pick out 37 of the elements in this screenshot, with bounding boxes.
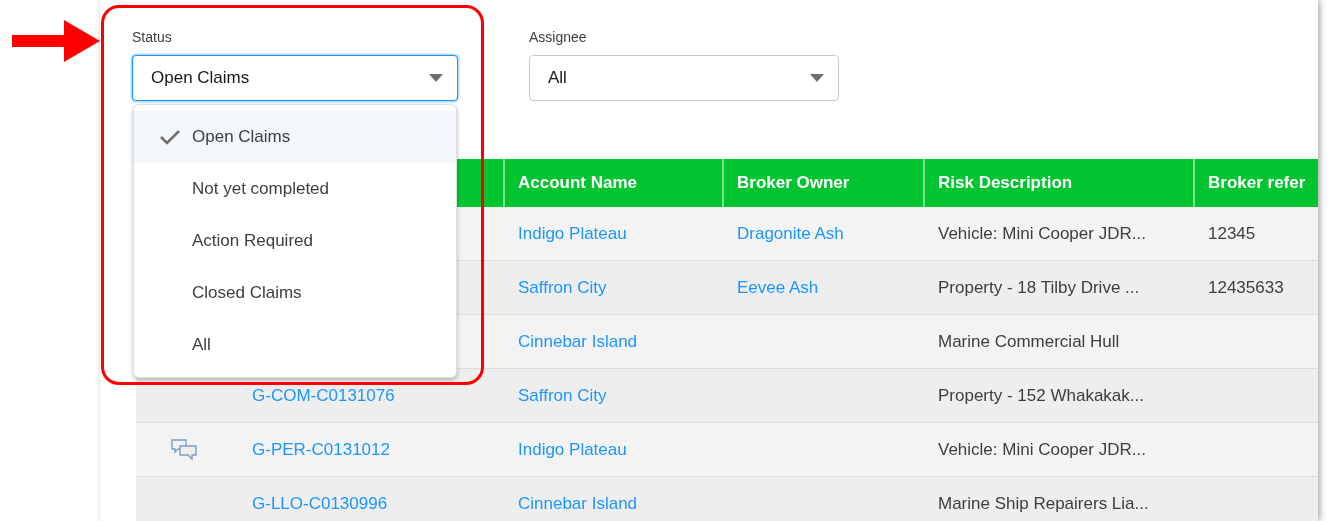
- claim-link[interactable]: G-PER-C0131012: [252, 439, 390, 459]
- dropdown-option[interactable]: Open Claims: [134, 111, 456, 163]
- table-cell: 12345: [1208, 223, 1256, 243]
- table-cell: 12435633: [1208, 277, 1284, 297]
- dropdown-option[interactable]: Not yet completed: [134, 163, 456, 215]
- account-link[interactable]: Cinnebar Island: [518, 331, 638, 351]
- broker-owner-link[interactable]: Eevee Ash: [737, 277, 819, 297]
- table-cell: Property - 152 Whakakak...: [938, 385, 1144, 405]
- column-header[interactable]: Account Name: [505, 159, 724, 207]
- claim-link[interactable]: G-LLO-C0130996: [252, 493, 388, 513]
- caret-icon: [810, 74, 824, 82]
- account-link[interactable]: Saffron City: [518, 277, 607, 297]
- dropdown-option[interactable]: Closed Claims: [134, 267, 456, 319]
- filter-label: Status: [132, 28, 172, 47]
- broker-owner-link[interactable]: Dragonite Ash: [737, 223, 844, 243]
- account-link[interactable]: Indigo Plateau: [518, 439, 627, 459]
- table-cell: Marine Ship Repairers Lia...: [938, 493, 1149, 513]
- filter-dropdown[interactable]: All: [529, 55, 839, 101]
- table-cell: Vehicle: Mini Cooper JDR...: [938, 223, 1146, 243]
- column-header[interactable]: Risk Description: [925, 159, 1195, 207]
- comments-icon[interactable]: [170, 437, 198, 462]
- dropdown-option[interactable]: Action Required: [134, 215, 456, 267]
- account-link[interactable]: Indigo Plateau: [518, 223, 627, 243]
- filter-label: Assignee: [529, 28, 587, 47]
- column-header[interactable]: Broker refer: [1195, 159, 1318, 207]
- arrow-icon: [12, 20, 100, 62]
- check-icon: [160, 129, 180, 145]
- claim-link[interactable]: G-COM-C0131076: [252, 385, 395, 405]
- table-cell: Property - 18 Tilby Drive ...: [938, 277, 1140, 297]
- account-link[interactable]: Saffron City: [518, 385, 607, 405]
- filter-dropdown[interactable]: Open Claims: [132, 55, 458, 101]
- table-cell: Vehicle: Mini Cooper JDR...: [938, 439, 1146, 459]
- dropdown-option[interactable]: All: [134, 319, 456, 371]
- caret-icon: [429, 74, 443, 82]
- column-header[interactable]: Broker Owner: [724, 159, 925, 207]
- account-link[interactable]: Cinnebar Island: [518, 493, 638, 513]
- table-cell: Marine Commercial Hull: [938, 331, 1120, 351]
